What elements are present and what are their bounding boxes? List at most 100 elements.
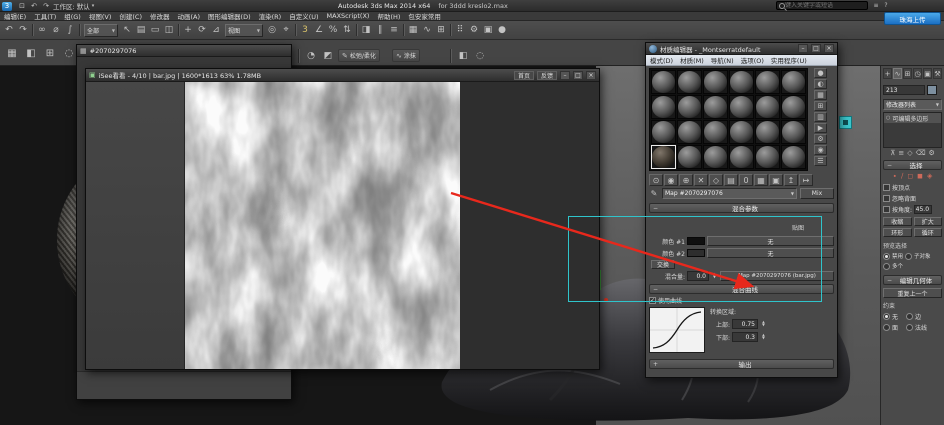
material-type-button[interactable]: Mix bbox=[800, 188, 834, 199]
menu-help[interactable]: 帮助(H) bbox=[377, 11, 400, 21]
spinner-down-icon[interactable]: ▼ bbox=[760, 337, 767, 341]
material-sample-slot[interactable] bbox=[755, 95, 780, 119]
undo-icon[interactable]: ↶ bbox=[2, 23, 16, 37]
swap-button[interactable]: 交换 bbox=[651, 260, 675, 269]
configure-modifier-sets-icon[interactable]: ⚙ bbox=[929, 149, 935, 157]
get-material-icon[interactable]: ⊙ bbox=[649, 174, 663, 186]
material-map-navigator-icon[interactable]: ☰ bbox=[814, 156, 827, 166]
smudge-button[interactable]: ∿ 涂抹 bbox=[392, 49, 420, 62]
select-object-icon[interactable]: ↖ bbox=[120, 23, 134, 37]
menu-customize[interactable]: 自定义(U) bbox=[289, 11, 318, 21]
menu-animation[interactable]: 动画(A) bbox=[178, 11, 201, 21]
edit-geometry-rollout-header[interactable]: − 编辑几何体 bbox=[883, 275, 942, 285]
material-editor-toolbar-icon[interactable]: ⠿ bbox=[453, 23, 467, 37]
sample-type-icon[interactable]: ● bbox=[814, 68, 827, 78]
undo-quick-icon[interactable]: ↶ bbox=[29, 2, 39, 10]
mirror-icon[interactable]: ◨ bbox=[359, 23, 373, 37]
shrink-button[interactable]: 收缩 bbox=[883, 217, 912, 226]
show-end-result-icon[interactable]: ▣ bbox=[769, 174, 783, 186]
mix-amount-map-button[interactable]: Map #2070297076 (bar.jpg) bbox=[720, 271, 834, 281]
backlight-icon[interactable]: ◐ bbox=[814, 79, 827, 89]
upper-spinner[interactable]: ▲ ▼ bbox=[760, 321, 767, 328]
material-sample-slot-selected[interactable] bbox=[651, 145, 676, 169]
material-sample-slot[interactable] bbox=[755, 120, 780, 144]
material-sample-slot[interactable] bbox=[677, 145, 702, 169]
angle-snap-toggle-icon[interactable]: ∠ bbox=[312, 23, 326, 37]
select-link-icon[interactable]: ∞ bbox=[35, 23, 49, 37]
material-sample-slot[interactable] bbox=[651, 95, 676, 119]
by-angle-checkbox[interactable] bbox=[883, 206, 890, 213]
preview-subobject-radio[interactable] bbox=[905, 253, 912, 260]
assign-material-icon[interactable]: ⊕ bbox=[679, 174, 693, 186]
remove-modifier-icon[interactable]: ⌫ bbox=[916, 149, 926, 157]
modifier-stack-item[interactable]: ○ 可编辑多边形 bbox=[884, 113, 941, 123]
menu-create[interactable]: 创建(C) bbox=[119, 11, 142, 21]
material-sample-slot[interactable] bbox=[703, 145, 728, 169]
material-sample-slot[interactable] bbox=[703, 120, 728, 144]
ribbon-tool-icon-1[interactable]: ◧ bbox=[456, 49, 470, 63]
menu-navigation[interactable]: 导航(N) bbox=[711, 55, 734, 65]
by-angle-value[interactable]: 45.0 bbox=[914, 205, 932, 214]
grow-button[interactable]: 扩大 bbox=[914, 217, 943, 226]
preview-multi-radio[interactable] bbox=[883, 263, 890, 270]
stack-bulb-icon[interactable]: ○ bbox=[886, 115, 890, 121]
by-vertex-checkbox[interactable] bbox=[883, 184, 890, 191]
ignore-backfacing-checkbox[interactable] bbox=[883, 195, 890, 202]
select-by-material-icon[interactable]: ◉ bbox=[814, 145, 827, 155]
workspace-selector[interactable]: 工作区: 默认 bbox=[53, 1, 90, 11]
make-unique-stack-icon[interactable]: ◇ bbox=[907, 149, 912, 157]
ring-button[interactable]: 环形 bbox=[883, 228, 912, 237]
menu-options[interactable]: 选项(O) bbox=[741, 55, 764, 65]
make-preview-icon[interactable]: ▶ bbox=[814, 123, 827, 133]
material-id-channel-icon[interactable]: 0 bbox=[739, 174, 753, 186]
isee-minimize-button[interactable]: – bbox=[560, 71, 570, 80]
put-to-scene-icon[interactable]: ◉ bbox=[664, 174, 678, 186]
constraint-none-radio[interactable] bbox=[883, 313, 890, 320]
color1-map-button[interactable]: 无 bbox=[707, 236, 834, 246]
workspace-dropdown-icon[interactable]: ▾ bbox=[92, 3, 95, 9]
isee-feedback-button[interactable]: 反馈 bbox=[537, 71, 557, 80]
material-name-dropdown[interactable]: Map #2070297076 ▼ bbox=[662, 188, 797, 199]
material-sample-slot[interactable] bbox=[651, 70, 676, 94]
show-map-in-viewport-icon[interactable]: ▦ bbox=[754, 174, 768, 186]
tab-motion[interactable]: ◷ bbox=[913, 68, 922, 79]
material-editor-minimize-button[interactable]: – bbox=[798, 44, 808, 53]
menu-rendering[interactable]: 渲染(R) bbox=[259, 11, 282, 21]
material-sample-slot[interactable] bbox=[729, 70, 754, 94]
select-by-name-icon[interactable]: ▤ bbox=[134, 23, 148, 37]
infocenter-menu-icon[interactable]: ≡ bbox=[872, 2, 880, 9]
mix-parameters-rollout-header[interactable]: − 混合参数 bbox=[649, 203, 834, 213]
mix-amount-spinner[interactable]: ▲ ▼ bbox=[711, 273, 718, 280]
go-to-parent-icon[interactable]: ↥ bbox=[784, 174, 798, 186]
use-curve-checkbox[interactable]: ✓ bbox=[649, 297, 656, 304]
menu-tools[interactable]: 工具(T) bbox=[34, 11, 56, 21]
lower-spinner[interactable]: ▲ ▼ bbox=[760, 334, 767, 341]
graphite-modeling-tools-icon[interactable]: ▦ bbox=[406, 23, 420, 37]
material-sample-slot[interactable] bbox=[755, 145, 780, 169]
select-and-rotate-icon[interactable]: ⟳ bbox=[195, 23, 209, 37]
make-unique-icon[interactable]: ◇ bbox=[709, 174, 723, 186]
reset-map-icon[interactable]: ✕ bbox=[694, 174, 708, 186]
material-sample-slot[interactable] bbox=[703, 95, 728, 119]
spinner-snap-toggle-icon[interactable]: ⇅ bbox=[340, 23, 354, 37]
material-editor-close-button[interactable]: × bbox=[824, 44, 834, 53]
menu-modifiers[interactable]: 修改器 bbox=[150, 11, 170, 21]
sample-options-icon[interactable]: ⚙ bbox=[814, 134, 827, 144]
window-crossing-icon[interactable]: ◫ bbox=[162, 23, 176, 37]
render-production-icon[interactable]: ● bbox=[495, 23, 509, 37]
selection-filter-dropdown[interactable]: 全部 ▼ bbox=[84, 24, 118, 37]
select-and-move-icon[interactable]: + bbox=[181, 23, 195, 37]
isee-titlebar[interactable]: ▣ iSee看看 - 4/10 | bar.jpg | 1600*1613 63… bbox=[86, 69, 599, 82]
background-icon[interactable]: ▦ bbox=[814, 90, 827, 100]
lower-value[interactable]: 0.3 bbox=[732, 332, 758, 342]
constraint-edge-radio[interactable] bbox=[906, 313, 913, 320]
select-and-manipulate-icon[interactable]: ⌖ bbox=[279, 23, 293, 37]
help-icon[interactable]: ? bbox=[882, 2, 890, 9]
material-sample-slot[interactable] bbox=[729, 145, 754, 169]
material-sample-slot[interactable] bbox=[677, 70, 702, 94]
constraint-face-radio[interactable] bbox=[883, 324, 890, 331]
go-forward-sibling-icon[interactable]: ↦ bbox=[799, 174, 813, 186]
layer-manager-icon[interactable]: ≡ bbox=[387, 23, 401, 37]
schematic-view-icon[interactable]: ⊞ bbox=[434, 23, 448, 37]
material-sample-slot[interactable] bbox=[781, 70, 806, 94]
